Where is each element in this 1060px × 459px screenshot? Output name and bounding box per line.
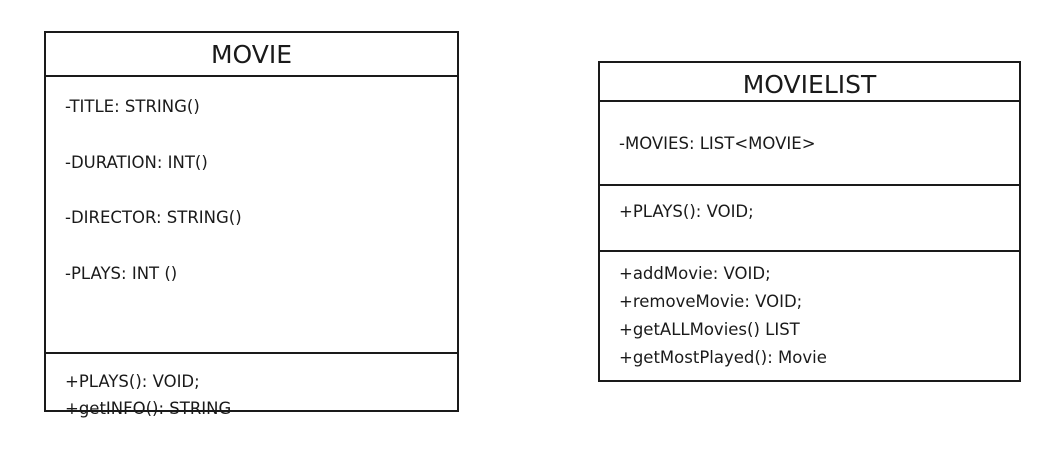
uml-class-movielist: MOVIELIST -MOVIES: LIST<MOVIE> +PLAYS():…: [598, 61, 1021, 382]
class-name-movielist: MOVIELIST: [600, 63, 1019, 102]
method-get-info: +getINFO(): STRING: [65, 399, 232, 418]
method-remove-movie: +removeMovie: VOID;: [619, 292, 803, 311]
methods-section-movie: +PLAYS(): VOID; +getINFO(): STRING: [46, 354, 457, 422]
attribute-title: -TITLE: STRING(): [65, 97, 200, 116]
plays-section-movielist: +PLAYS(): VOID;: [600, 186, 1019, 252]
class-name-movie: MOVIE: [46, 33, 457, 77]
method-get-most-played: +getMostPlayed(): Movie: [619, 348, 827, 367]
method-get-all-movies: +getALLMovies() LIST: [619, 320, 800, 339]
attribute-movies: -MOVIES: LIST<MOVIE>: [619, 134, 816, 153]
methods-section-movielist: +addMovie: VOID; +removeMovie: VOID; +ge…: [600, 252, 1019, 372]
method-plays: +PLAYS(): VOID;: [65, 372, 200, 391]
attributes-section-movie: -TITLE: STRING() -DURATION: INT() -DIREC…: [46, 97, 457, 354]
attribute-director: -DIRECTOR: STRING(): [65, 208, 242, 227]
uml-class-movie: MOVIE -TITLE: STRING() -DURATION: INT() …: [44, 31, 459, 418]
attributes-section-movielist: -MOVIES: LIST<MOVIE>: [600, 102, 1019, 186]
attribute-plays: -PLAYS: INT (): [65, 263, 178, 283]
method-plays-movielist: +PLAYS(): VOID;: [619, 202, 754, 221]
attribute-duration: -DURATION: INT(): [65, 152, 208, 172]
method-add-movie: +addMovie: VOID;: [619, 264, 771, 283]
